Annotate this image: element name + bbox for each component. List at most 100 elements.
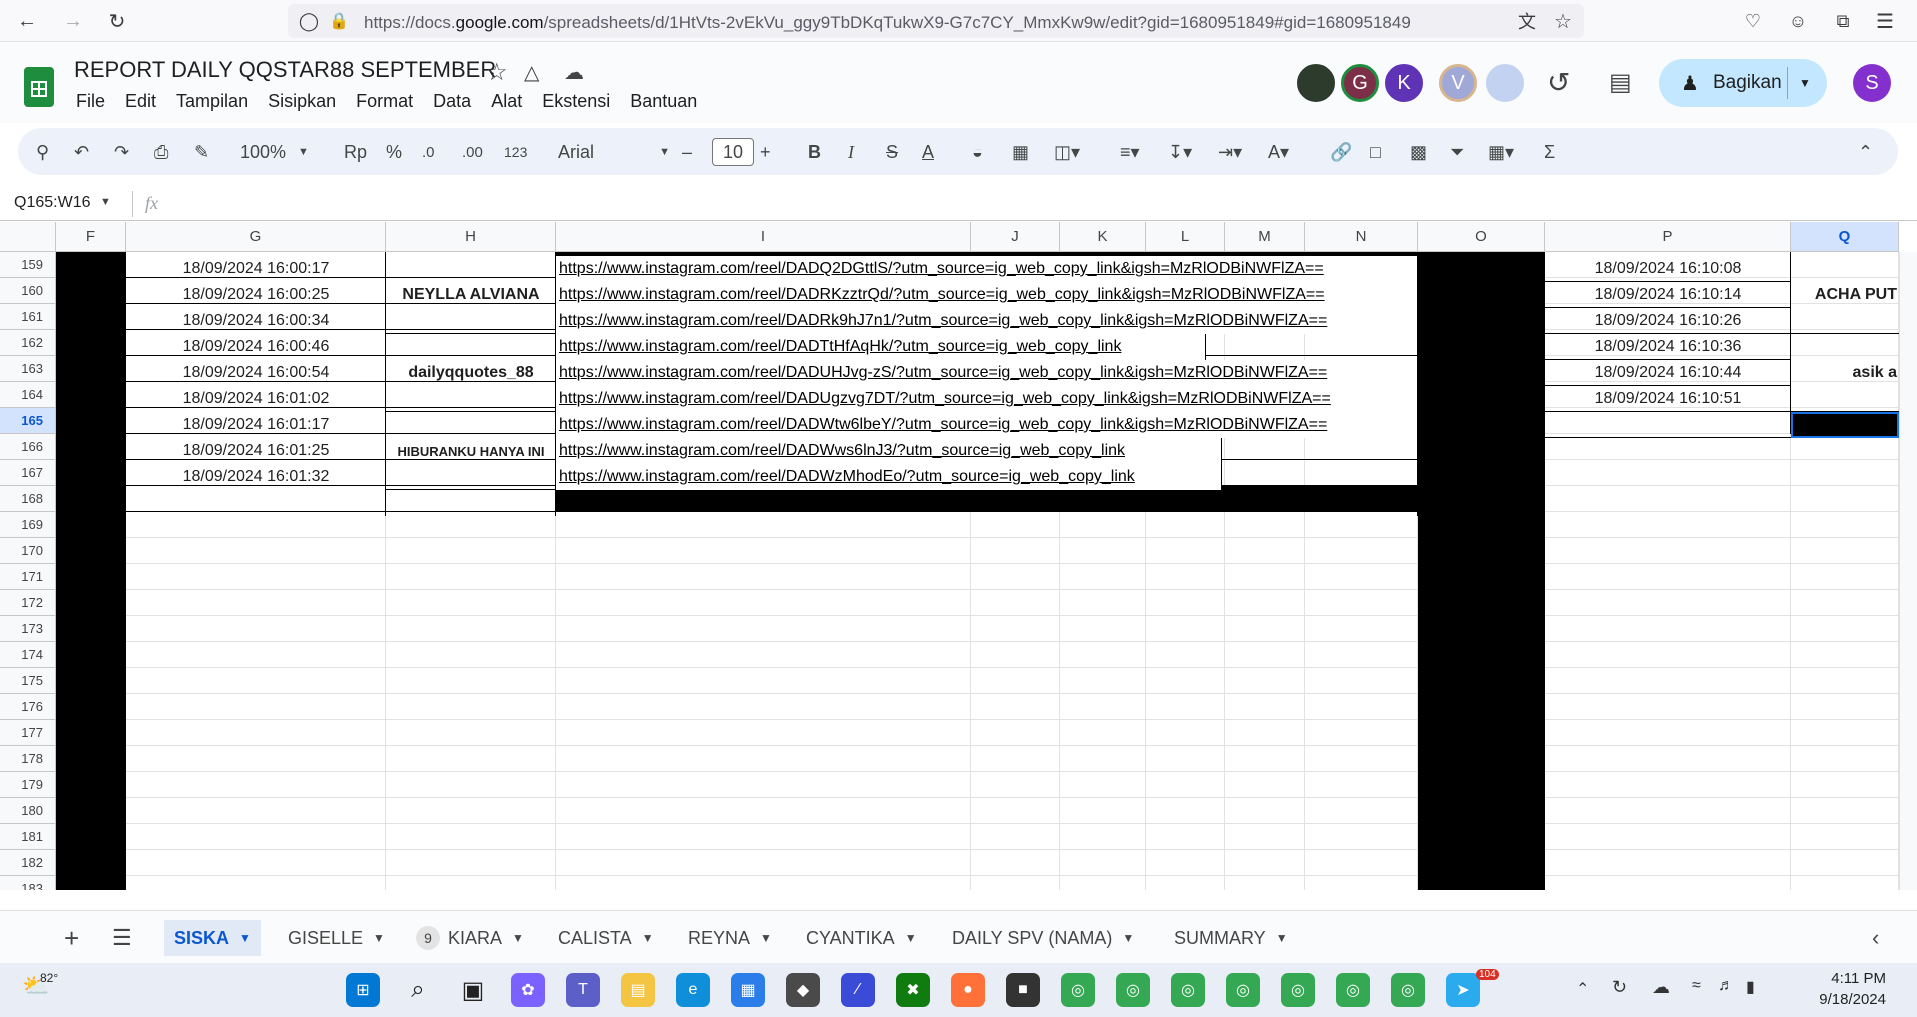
sticky-notes-icon[interactable]: ■ [1006, 973, 1040, 1007]
menu-alat[interactable]: Alat [491, 91, 522, 112]
account-name-cell-q[interactable]: asik a [1791, 334, 1899, 412]
shield-icon[interactable]: ◯ [296, 8, 322, 34]
sheet-tab-menu-icon[interactable]: ▼ [1122, 931, 1134, 945]
extensions-icon[interactable]: ⧉ [1830, 8, 1856, 34]
user-avatar[interactable]: S [1853, 64, 1891, 102]
row-header-165[interactable]: 165 [0, 408, 56, 434]
row-header-181[interactable]: 181 [0, 824, 56, 850]
account-icon[interactable]: ☺ [1785, 8, 1811, 34]
column-header-j[interactable]: J [971, 222, 1060, 252]
file-explorer-icon[interactable]: ▤ [621, 973, 655, 1007]
timestamp-cell[interactable]: 18/09/2024 16:00:17 [126, 256, 386, 282]
row-header-180[interactable]: 180 [0, 798, 56, 824]
merge-cells-icon[interactable]: ◫▾ [1054, 138, 1080, 166]
reel-link-cell[interactable]: https://www.instagram.com/reel/DADUgzvg7… [556, 386, 1418, 412]
row-header-179[interactable]: 179 [0, 772, 56, 798]
edge-icon[interactable]: e [676, 973, 710, 1007]
timestamp-cell-p[interactable]: 18/09/2024 16:10:08 [1545, 256, 1791, 282]
more-formats-button[interactable]: 123 [504, 138, 527, 166]
sync-icon[interactable]: ↻ [1612, 977, 1627, 998]
menu-file[interactable]: File [76, 91, 105, 112]
lock-icon[interactable]: 🔒 [326, 8, 352, 34]
star-icon[interactable]: ☆ [486, 58, 508, 87]
reel-link-cell[interactable]: https://www.instagram.com/reel/DADWws6ln… [556, 438, 1222, 464]
url-text[interactable]: https://docs.google.com/spreadsheets/d/1… [364, 13, 1411, 33]
pocket-icon[interactable]: ♡ [1740, 8, 1766, 34]
column-header-g[interactable]: G [126, 222, 386, 252]
row-header-175[interactable]: 175 [0, 668, 56, 694]
row-header-169[interactable]: 169 [0, 512, 56, 538]
timestamp-cell[interactable]: 18/09/2024 16:01:17 [126, 412, 386, 438]
select-all-corner[interactable] [0, 222, 56, 252]
account-name-cell[interactable]: HIBURANKU HANYA INI [386, 412, 556, 490]
menu-data[interactable]: Data [433, 91, 471, 112]
sheet-tab-menu-icon[interactable]: ▼ [373, 931, 385, 945]
version-history-icon[interactable]: ↺ [1547, 66, 1570, 99]
menu-format[interactable]: Format [356, 91, 413, 112]
start-icon[interactable]: ⊞ [346, 973, 380, 1007]
column-header-k[interactable]: K [1060, 222, 1146, 252]
redo-icon[interactable]: ↷ [114, 138, 129, 166]
print-icon[interactable]: ⎙ [154, 138, 168, 166]
text-rotation-icon[interactable]: A▾ [1268, 138, 1289, 166]
forward-icon[interactable]: → [60, 8, 86, 34]
bold-icon[interactable]: B [808, 138, 821, 166]
document-title[interactable]: REPORT DAILY QQSTAR88 SEPTEMBER [74, 57, 496, 83]
show-hidden-icons[interactable]: ⌃ [1576, 979, 1589, 999]
clock-time[interactable]: 4:11 PM [1796, 970, 1886, 987]
filter-views-icon[interactable]: ▦▾ [1488, 138, 1514, 166]
timestamp-cell-p[interactable]: 18/09/2024 16:10:14 [1545, 282, 1791, 308]
comments-icon[interactable]: ▤ [1609, 68, 1632, 97]
selected-cell-q165[interactable] [1791, 412, 1899, 438]
move-folder-icon[interactable]: △ [524, 60, 539, 85]
store-icon[interactable]: ▦ [731, 973, 765, 1007]
sheets-logo-icon[interactable] [24, 67, 54, 107]
timestamp-cell-p[interactable]: 18/09/2024 16:10:51 [1545, 386, 1791, 412]
borders-icon[interactable]: ▦ [1012, 138, 1029, 166]
wifi-icon[interactable]: ≈ [1692, 977, 1701, 995]
row-header-177[interactable]: 177 [0, 720, 56, 746]
column-header-p[interactable]: P [1545, 222, 1791, 252]
column-header-o[interactable]: O [1418, 222, 1545, 252]
timestamp-cell-p[interactable]: 18/09/2024 16:10:36 [1545, 334, 1791, 360]
increase-decimal-button[interactable]: .00 [462, 138, 483, 166]
row-header-161[interactable]: 161 [0, 304, 56, 330]
font-size-decrease-icon[interactable]: – [682, 138, 692, 166]
row-header-172[interactable]: 172 [0, 590, 56, 616]
avatar-k[interactable]: K [1385, 64, 1423, 102]
row-header-167[interactable]: 167 [0, 460, 56, 486]
sheet-tab-siska[interactable]: SISKA ▼ [164, 920, 261, 956]
undo-icon[interactable]: ↶ [74, 138, 89, 166]
sheet-tab-calista[interactable]: CALISTA ▼ [548, 920, 664, 956]
font-size-input[interactable]: 10 [712, 138, 754, 166]
scroll-tabs-left-icon[interactable]: ‹ [1872, 925, 1879, 951]
task-view-icon[interactable]: ▣ [456, 973, 490, 1007]
row-header-170[interactable]: 170 [0, 538, 56, 564]
row-header-160[interactable]: 160 [0, 278, 56, 304]
vertical-scrollbar[interactable] [1899, 252, 1917, 890]
search-icon[interactable]: ⌕ [401, 973, 435, 1007]
collapse-toolbar-icon[interactable]: ⌃ [1858, 138, 1873, 166]
add-sheet-icon[interactable]: + [64, 923, 79, 954]
menu-edit[interactable]: Edit [125, 91, 156, 112]
row-header-162[interactable]: 162 [0, 330, 56, 356]
chrome-icon[interactable]: ◎ [1061, 973, 1095, 1007]
powerapps-icon[interactable]: ∕ [841, 973, 875, 1007]
sheet-tab-reyna[interactable]: REYNA ▼ [678, 920, 782, 956]
chrome-profile-h-icon[interactable]: ◎ [1171, 973, 1205, 1007]
battery-icon[interactable]: ▮ [1746, 977, 1755, 997]
spreadsheet-grid[interactable]: F G H I J K L M N O P Q 159 160 161 162 163 164 165 166 167 1… [0, 222, 1917, 890]
avatar-anonymous[interactable] [1486, 64, 1524, 102]
reel-link-cell[interactable]: https://www.instagram.com/reel/DADRKzztr… [556, 282, 1418, 308]
avatar-v[interactable]: V [1439, 64, 1477, 102]
currency-format-button[interactable]: Rp [344, 138, 367, 166]
chrome-profile-c-icon[interactable]: ◎ [1391, 973, 1425, 1007]
chrome-profile-user-icon[interactable]: ◎ [1336, 973, 1370, 1007]
avatar-photo[interactable] [1297, 64, 1335, 102]
zoom-select[interactable]: 100% ▼ [240, 138, 320, 166]
sheet-tab-summary[interactable]: SUMMARY ▼ [1164, 920, 1298, 956]
translate-icon[interactable]: 文 [1514, 8, 1540, 34]
sheet-tab-kiara[interactable]: 9 KIARA ▼ [406, 920, 534, 956]
timestamp-cell[interactable]: 18/09/2024 16:01:25 [126, 438, 386, 464]
column-header-q[interactable]: Q [1791, 222, 1899, 252]
